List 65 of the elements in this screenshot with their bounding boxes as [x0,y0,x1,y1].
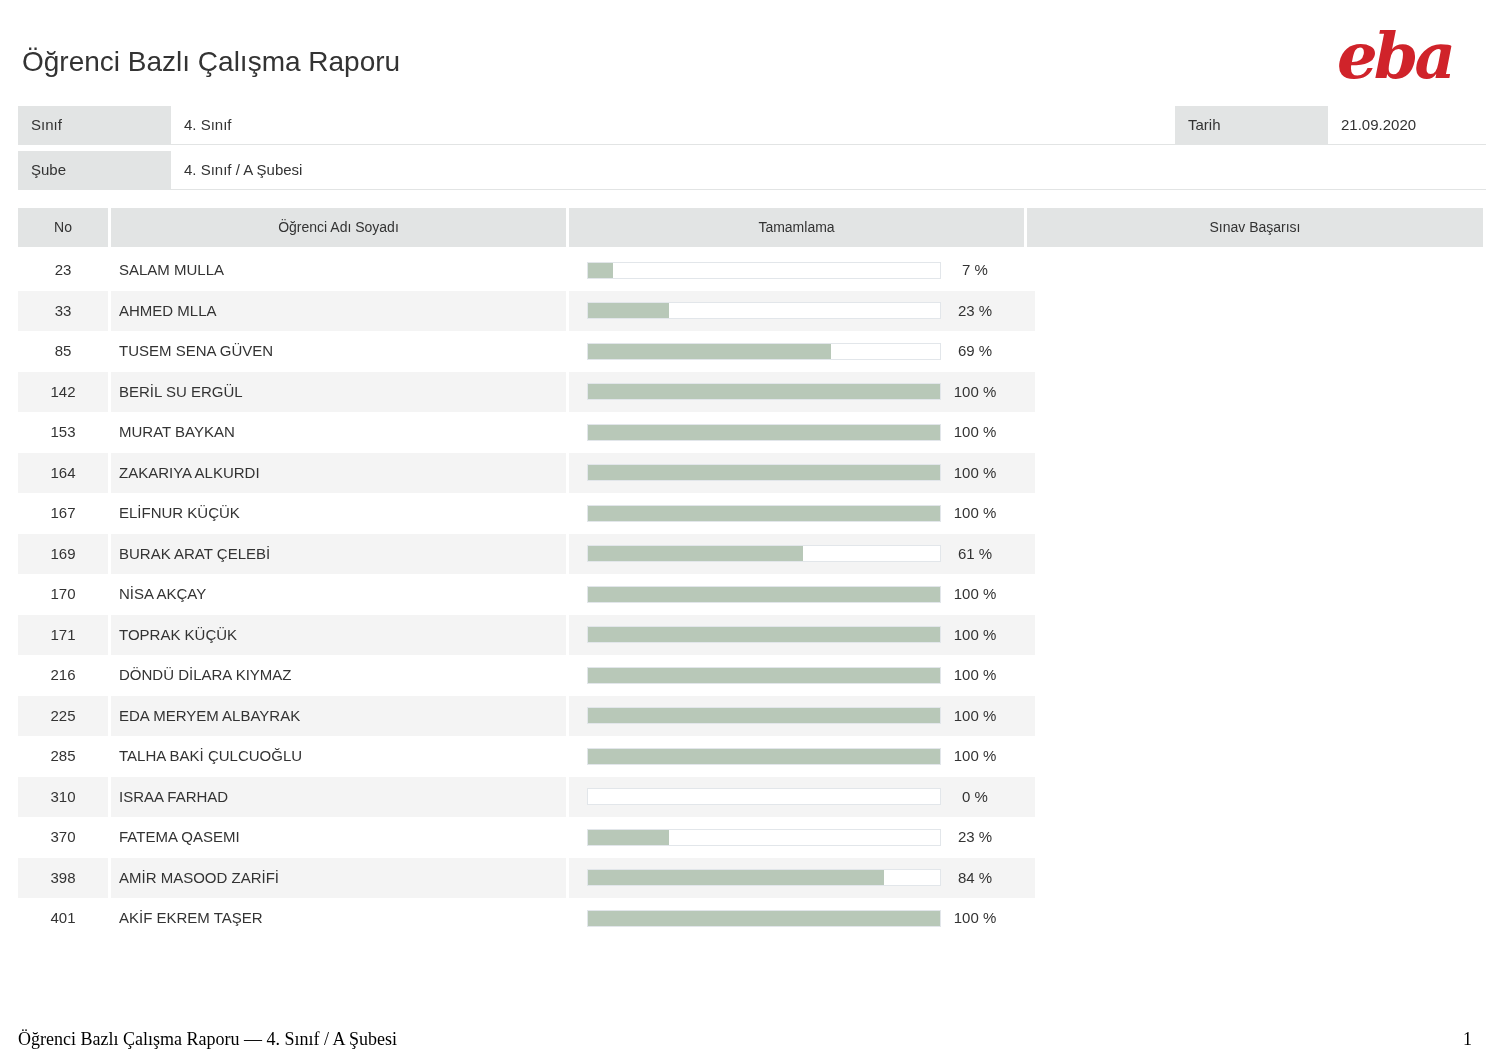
progress-reading: 100 % [952,665,998,685]
column-header: Sınav Başarısı [1027,208,1483,247]
progress-reading: 100 % [952,908,998,928]
table-cell: AMİR MASOOD ZARİFİ [111,857,566,898]
table-cell-text: 153 [49,422,77,442]
progress-reading: 100 % [952,746,998,766]
table-cell-text: 285 [49,746,77,766]
table-cell-text: MURAT BAYKAN [118,422,236,442]
progress-reading: 69 % [956,341,994,361]
progress-reading: 100 % [952,705,998,726]
table-cell: BERİL SU ERGÜL [111,371,566,412]
info-label: Tarih [1175,106,1328,144]
progress-reading: 0 % [961,786,989,807]
table-cell: ZAKARIYA ALKURDI [111,452,566,493]
progress-reading: 84 % [956,867,994,888]
info-label: Sınıf [18,106,171,144]
table-cell: EDA MERYEM ALBAYRAK [111,695,566,736]
column-header: No [18,208,108,247]
table-cell-text: 167 [49,503,77,523]
table-cell: 169 [18,533,108,574]
progress-reading: 100 % [952,381,998,402]
report-title: Öğrenci Bazlı Çalışma Raporu [22,45,401,79]
progress-reading: 23 % [956,300,994,321]
table-cell: ISRAA FARHAD [111,776,566,817]
column-header: Öğrenci Adı Soyadı [111,208,566,247]
table-cell-text: ELİFNUR KÜÇÜK [118,503,241,523]
table-cell: BURAK ARAT ÇELEBİ [111,533,566,574]
progress-reading: 100 % [952,462,998,483]
footer-text: Öğrenci Bazlı Çalışma Raporu — 4. Sınıf / A Şubesi [18,1028,397,1051]
table-cell: AHMED MLLA [111,290,566,331]
table-cell-text: 216 [49,665,77,685]
table-cell: TOPRAK KÜÇÜK [111,614,566,655]
progress-reading: 7 % [961,260,989,280]
table-cell: 33 [18,290,108,331]
info-label: Şube [18,151,171,189]
page-number: 1 [1463,1028,1472,1051]
table-cell-text: NİSA AKÇAY [118,584,208,604]
table-cell-text: TUSEM SENA GÜVEN [118,341,275,361]
progress-reading: 100 % [952,584,998,604]
table-cell-text: TALHA BAKİ ÇULCUOĞLU [118,746,304,766]
progress-reading: 23 % [956,827,994,847]
table-cell: 225 [18,695,108,736]
table-cell: 171 [18,614,108,655]
progress-reading: 100 % [952,624,998,645]
progress-reading: 61 % [956,543,994,564]
column-header: Tamamlama [569,208,1024,247]
table-cell-text: 401 [49,908,77,928]
table-cell-text: SALAM MULLA [118,260,226,280]
table-cell-text: 85 [53,341,73,361]
info-value: 4. Sınıf [183,114,233,135]
table-cell: 142 [18,371,108,412]
table-cell: 398 [18,857,108,898]
info-value: 21.09.2020 [1340,114,1418,135]
table-cell: 310 [18,776,108,817]
table-cell-text: 23 [53,260,73,280]
table-cell-text: AKİF EKREM TAŞER [118,908,264,928]
table-cell: 164 [18,452,108,493]
table-cell-text: 370 [49,827,77,847]
progress-reading: 100 % [952,422,998,442]
progress-reading: 100 % [952,503,998,523]
table-cell-text: 170 [49,584,77,604]
info-value: 4. Sınıf / A Şubesi [183,159,304,180]
table-cell-text: DÖNDÜ DİLARA KIYMAZ [118,665,293,685]
logo: eba [1337,24,1452,88]
table-cell-text: FATEMA QASEMI [118,827,241,847]
